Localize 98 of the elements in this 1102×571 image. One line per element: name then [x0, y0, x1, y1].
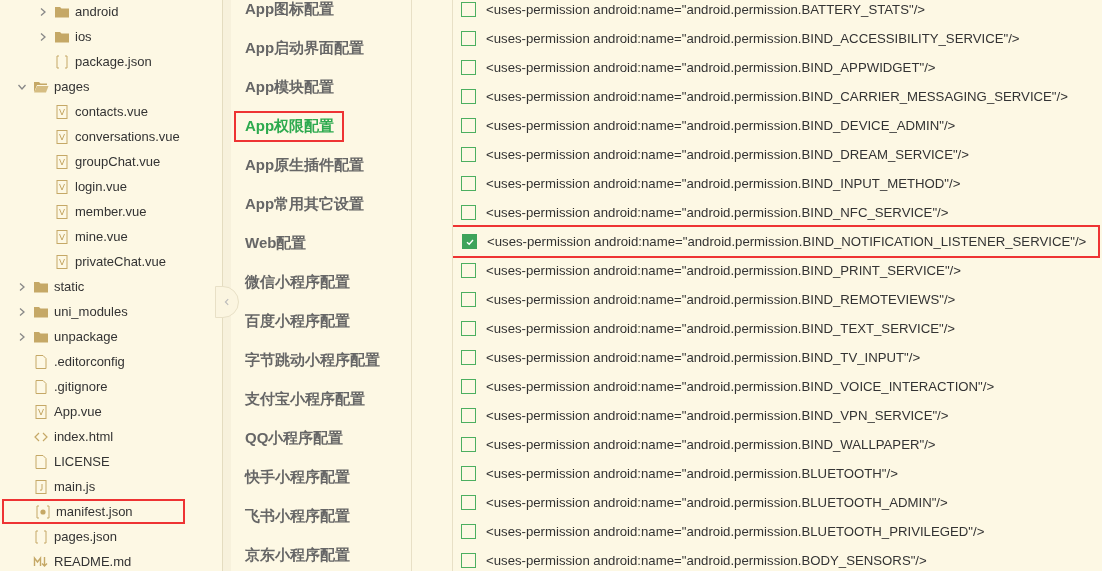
settings-nav-item[interactable]: App图标配置: [234, 0, 345, 25]
vue-file-icon: [54, 103, 70, 120]
checkbox[interactable]: [461, 89, 476, 104]
checkbox[interactable]: [461, 118, 476, 133]
checkbox[interactable]: [461, 263, 476, 278]
gear-file-icon: [35, 503, 51, 520]
permission-text: <uses-permission android:name="android.permission.BIND_NFC_SERVICE"/>: [486, 205, 949, 220]
settings-nav-item[interactable]: 飞书小程序配置: [234, 501, 360, 532]
settings-nav-item[interactable]: 微信小程序配置: [234, 267, 360, 298]
permission-text: <uses-permission android:name="android.permission.BLUETOOTH"/>: [486, 466, 898, 481]
vue-file-icon: [54, 228, 70, 245]
checkbox[interactable]: [461, 379, 476, 394]
tree-item[interactable]: .editorconfig: [54, 354, 125, 369]
settings-nav-item[interactable]: 支付宝小程序配置: [234, 384, 375, 415]
settings-nav-item[interactable]: 百度小程序配置: [234, 306, 360, 337]
settings-nav-item[interactable]: 京东小程序配置: [234, 540, 360, 571]
chevron-right-icon[interactable]: [17, 331, 27, 342]
checkbox[interactable]: [461, 524, 476, 539]
checkbox[interactable]: [461, 176, 476, 191]
tree-item[interactable]: pages: [54, 79, 90, 94]
settings-nav-item[interactable]: 字节跳动小程序配置: [234, 345, 390, 376]
permission-text: <uses-permission android:name="android.permission.BIND_WALLPAPER"/>: [486, 437, 936, 452]
chevron-right-icon[interactable]: [38, 6, 48, 17]
permission-text: <uses-permission android:name="android.permission.BIND_DREAM_SERVICE"/>: [486, 147, 969, 162]
permission-text: <uses-permission android:name="android.permission.BIND_VOICE_INTERACTION"/>: [486, 379, 995, 394]
tree-item[interactable]: member.vue: [75, 204, 147, 219]
tree-item[interactable]: index.html: [54, 429, 114, 444]
permission-text: <uses-permission android:name="android.permission.BODY_SENSORS"/>: [486, 553, 927, 568]
highlighted-tree-item[interactable]: manifest.json: [2, 499, 185, 524]
brackets-icon: [54, 53, 70, 70]
tree-item[interactable]: README.md: [54, 554, 132, 569]
permission-text: <uses-permission android:name="android.permission.BIND_VPN_SERVICE"/>: [486, 408, 949, 423]
chevron-left-icon: [223, 297, 231, 307]
permission-text: <uses-permission android:name="android.permission.BLUETOOTH_PRIVILEGED"/>: [486, 524, 985, 539]
settings-nav-item[interactable]: App启动界面配置: [234, 33, 375, 64]
checkbox[interactable]: [461, 350, 476, 365]
checkbox[interactable]: [461, 437, 476, 452]
tree-item[interactable]: unpackage: [54, 329, 118, 344]
settings-nav-item[interactable]: QQ小程序配置: [234, 423, 354, 454]
permission-text: <uses-permission android:name="android.permission.BIND_TV_INPUT"/>: [486, 350, 921, 365]
permission-text: <uses-permission android:name="android.permission.BIND_APPWIDGET"/>: [486, 60, 936, 75]
permission-text: <uses-permission android:name="android.permission.BIND_INPUT_METHOD"/>: [486, 176, 961, 191]
permission-text: <uses-permission android:name="android.permission.BLUETOOTH_ADMIN"/>: [486, 495, 948, 510]
file-icon: [33, 353, 49, 370]
permission-text: <uses-permission android:name="android.permission.BIND_PRINT_SERVICE"/>: [486, 263, 961, 278]
file-icon: [33, 378, 49, 395]
checkbox[interactable]: [461, 60, 476, 75]
permission-text: <uses-permission android:name="android.permission.BIND_DEVICE_ADMIN"/>: [486, 118, 956, 133]
file-icon: [33, 453, 49, 470]
tree-item[interactable]: LICENSE: [54, 454, 110, 469]
checkbox[interactable]: [461, 292, 476, 307]
checkbox[interactable]: [461, 147, 476, 162]
checkbox[interactable]: [461, 553, 476, 568]
vue-file-icon: [33, 403, 49, 420]
settings-nav-item[interactable]: App常用其它设置: [234, 189, 375, 220]
settings-nav-item[interactable]: App原生插件配置: [234, 150, 375, 181]
vue-file-icon: [54, 178, 70, 195]
checkbox[interactable]: [461, 321, 476, 336]
checkbox[interactable]: [461, 2, 476, 17]
tree-item[interactable]: package.json: [75, 54, 152, 69]
tree-item[interactable]: android: [75, 4, 119, 19]
brackets-icon: [33, 528, 49, 545]
js-file-icon: [33, 478, 49, 495]
settings-nav-item[interactable]: 快手小程序配置: [234, 462, 360, 493]
checkbox[interactable]: [461, 205, 476, 220]
permission-text: <uses-permission android:name="android.permission.BIND_CARRIER_MESSAGING_SERVICE"/>: [486, 89, 1068, 104]
vue-file-icon: [54, 203, 70, 220]
tree-item[interactable]: contacts.vue: [75, 104, 148, 119]
vue-file-icon: [54, 153, 70, 170]
tree-item[interactable]: .gitignore: [54, 379, 108, 394]
tree-item[interactable]: uni_modules: [54, 304, 128, 319]
tree-item[interactable]: conversations.vue: [75, 129, 180, 144]
tree-item[interactable]: privateChat.vue: [75, 254, 167, 269]
chevron-right-icon[interactable]: [17, 306, 27, 317]
tree-item[interactable]: pages.json: [54, 529, 117, 544]
vue-file-icon: [54, 253, 70, 270]
permission-text: <uses-permission android:name="android.permission.BIND_NOTIFICATION_LISTENER_SERVICE"/>: [487, 234, 1087, 249]
permission-text: <uses-permission android:name="android.permission.BIND_ACCESSIBILITY_SERVICE"/>: [486, 31, 1020, 46]
checkbox[interactable]: [461, 408, 476, 423]
chevron-right-icon[interactable]: [17, 281, 27, 292]
tree-item[interactable]: main.js: [54, 479, 96, 494]
permission-text: <uses-permission android:name="android.permission.BATTERY_STATS"/>: [486, 2, 925, 17]
permission-text: <uses-permission android:name="android.permission.BIND_TEXT_SERVICE"/>: [486, 321, 956, 336]
tree-item[interactable]: static: [54, 279, 85, 294]
checkbox[interactable]: [462, 234, 477, 249]
settings-nav-item[interactable]: Web配置: [234, 228, 317, 259]
vue-file-icon: [54, 128, 70, 145]
checkbox[interactable]: [461, 466, 476, 481]
tree-item[interactable]: mine.vue: [75, 229, 128, 244]
tree-item[interactable]: groupChat.vue: [75, 154, 161, 169]
chevron-right-icon[interactable]: [38, 31, 48, 42]
tree-item[interactable]: login.vue: [75, 179, 128, 194]
permission-text: <uses-permission android:name="android.permission.BIND_REMOTEVIEWS"/>: [486, 292, 956, 307]
tree-item[interactable]: ios: [75, 29, 92, 44]
tree-item[interactable]: App.vue: [54, 404, 102, 419]
settings-nav-item[interactable]: App模块配置: [234, 72, 345, 103]
checkbox[interactable]: [461, 495, 476, 510]
checkbox[interactable]: [461, 31, 476, 46]
